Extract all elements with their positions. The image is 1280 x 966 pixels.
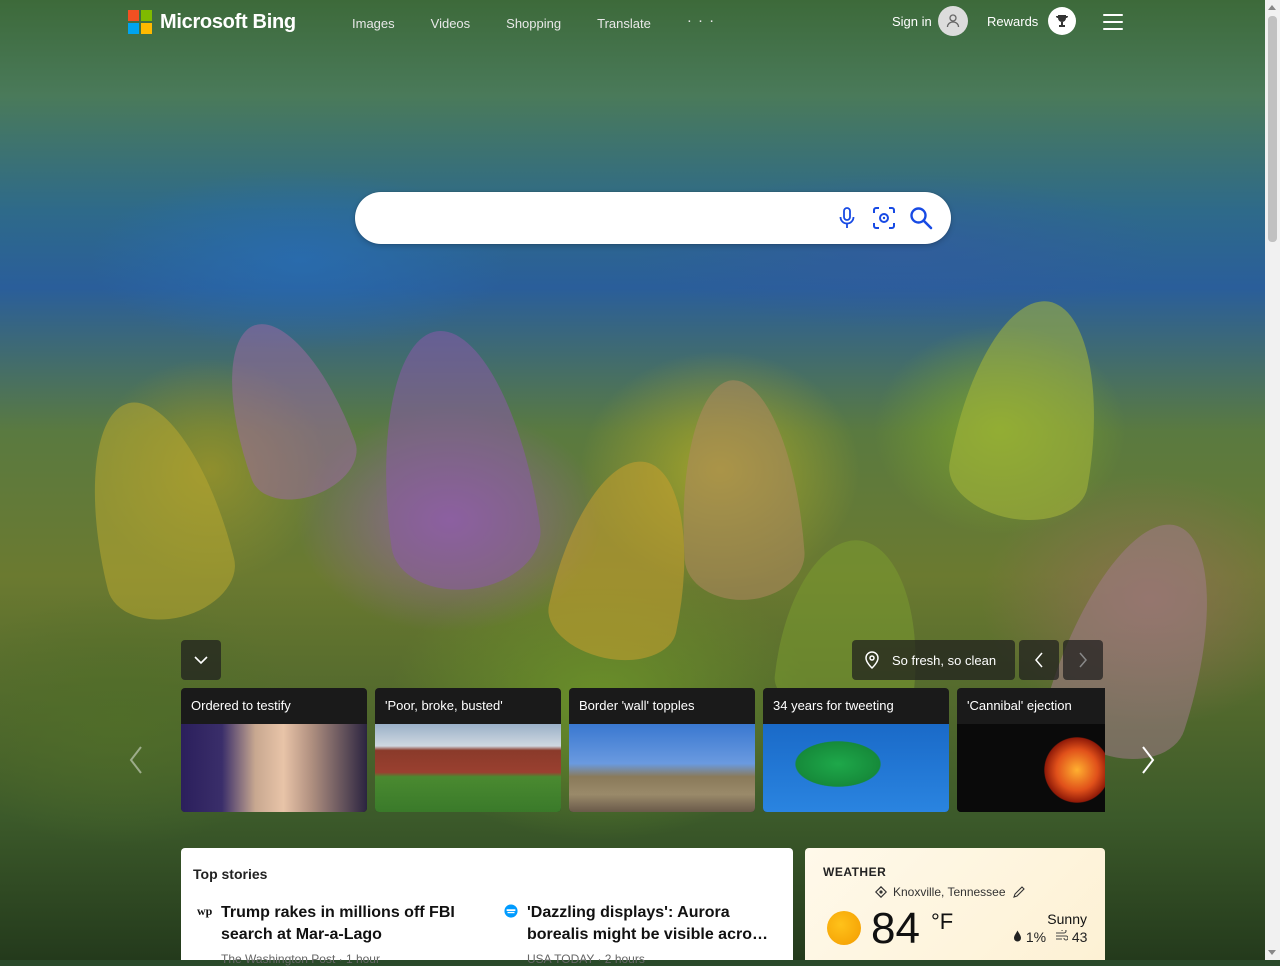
trending-card[interactable]: 'Poor, broke, busted' (375, 688, 561, 812)
nav-images[interactable]: Images (352, 16, 395, 31)
logo-square-green (141, 10, 152, 21)
card-title: 34 years for tweeting (773, 698, 894, 713)
page-scrollbar[interactable] (1265, 0, 1280, 960)
chevron-right-icon (1142, 746, 1155, 774)
nav-videos[interactable]: Videos (431, 16, 471, 31)
microsoft-logo-icon (128, 10, 152, 34)
microphone-icon[interactable] (834, 205, 860, 231)
search-input[interactable] (371, 206, 815, 232)
card-title: 'Poor, broke, busted' (385, 698, 503, 713)
card-title: Border 'wall' topples (579, 698, 695, 713)
trending-card[interactable]: Ordered to testify (181, 688, 367, 812)
trending-carousel: Ordered to testify 'Poor, broke, busted'… (181, 688, 1105, 812)
trending-card[interactable]: Border 'wall' topples (569, 688, 755, 812)
previous-image-button[interactable] (1019, 640, 1059, 680)
signin-link[interactable]: Sign in (892, 14, 932, 29)
chevron-down-icon (194, 656, 208, 665)
edit-pencil-icon[interactable] (1012, 885, 1026, 899)
top-stories-panel: Top stories wp Trump rakes in millions o… (181, 848, 793, 966)
scroll-down-arrow-icon[interactable] (1268, 950, 1276, 955)
air-quality: 43 (1055, 928, 1088, 945)
precipitation: 1% (1013, 929, 1046, 945)
bing-logo[interactable]: Microsoft Bing (128, 10, 296, 34)
story-source: USA TODAY · 2 hours (527, 952, 645, 966)
nav-translate[interactable]: Translate (597, 16, 651, 31)
card-thumbnail (181, 724, 367, 812)
logo-square-red (128, 10, 139, 21)
logo-square-yellow (141, 23, 152, 34)
hamburger-menu-icon[interactable] (1103, 14, 1123, 30)
person-icon[interactable] (938, 6, 968, 36)
nav-shopping[interactable]: Shopping (506, 16, 561, 31)
location-pin-icon (865, 651, 879, 669)
sun-icon (827, 911, 861, 945)
visual-search-icon[interactable] (871, 205, 897, 231)
card-thumbnail (763, 724, 949, 812)
scroll-up-arrow-icon[interactable] (1268, 5, 1276, 10)
chevron-left-icon (1035, 652, 1043, 668)
air-quality-icon (1056, 928, 1069, 941)
weather-label: WEATHER (823, 865, 887, 879)
washington-post-icon: wp (197, 904, 213, 918)
story-headline[interactable]: Trump rakes in millions off FBI search a… (221, 902, 471, 946)
top-stories-title: Top stories (193, 866, 268, 882)
collapse-button[interactable] (181, 640, 221, 680)
card-thumbnail (569, 724, 755, 812)
precipitation-value: 1% (1025, 929, 1047, 945)
usa-today-icon (504, 904, 518, 918)
chevron-right-icon (1079, 652, 1087, 668)
weather-location[interactable]: Knoxville, Tennessee (875, 885, 1026, 899)
temperature-unit[interactable]: °F (931, 909, 953, 935)
logo-square-blue (128, 23, 139, 34)
svg-text:wp: wp (197, 904, 213, 918)
header: Microsoft Bing Images Videos Shopping Tr… (0, 0, 1265, 44)
trophy-icon[interactable] (1048, 7, 1076, 35)
weather-panel[interactable]: WEATHER Knoxville, Tennessee 84 °F Sunny… (805, 848, 1105, 960)
search-icon[interactable] (908, 205, 934, 231)
raindrop-icon (1014, 930, 1021, 942)
card-title: 'Cannibal' ejection (967, 698, 1072, 713)
scrollbar-thumb[interactable] (1268, 16, 1277, 242)
carousel-next-button[interactable] (1136, 742, 1160, 778)
carousel-prev-button[interactable] (124, 742, 148, 778)
story-headline[interactable]: 'Dazzling displays': Aurora borealis mig… (527, 902, 777, 946)
card-thumbnail (375, 724, 561, 812)
chevron-left-icon (129, 746, 142, 774)
trending-card[interactable]: 'Cannibal' ejection (957, 688, 1105, 812)
trending-card[interactable]: 34 years for tweeting (763, 688, 949, 812)
temperature: 84 (871, 904, 920, 953)
story-source: The Washington Post · 1 hour (221, 952, 380, 966)
card-title: Ordered to testify (191, 698, 291, 713)
next-image-button[interactable] (1063, 640, 1103, 680)
logo-text: Microsoft Bing (160, 10, 296, 33)
location-text: Knoxville, Tennessee (893, 885, 1006, 899)
aqi-value: 43 (1071, 929, 1088, 945)
more-menu-button[interactable]: · · · (687, 12, 715, 31)
rewards-link[interactable]: Rewards (987, 14, 1038, 29)
image-caption[interactable]: So fresh, so clean (852, 640, 1015, 680)
background-image (0, 0, 1265, 960)
top-nav: Images Videos Shopping Translate · · · (352, 12, 715, 31)
weather-condition: Sunny (1047, 911, 1087, 927)
location-icon (875, 886, 887, 898)
search-box (355, 192, 951, 244)
card-thumbnail (957, 724, 1105, 812)
caption-text: So fresh, so clean (892, 652, 997, 668)
